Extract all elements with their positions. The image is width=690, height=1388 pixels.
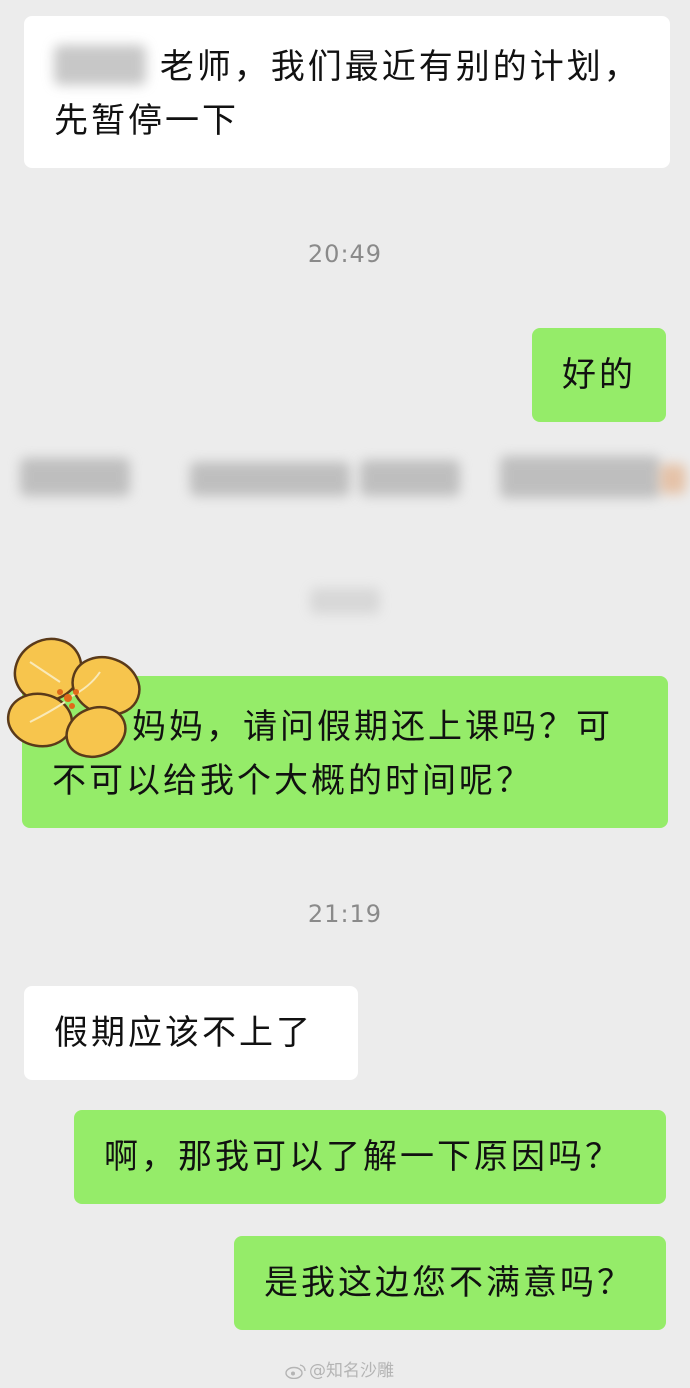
timestamp: 20:49 <box>307 240 383 268</box>
flower-sticker-icon <box>6 637 141 759</box>
message-text: 假期应该不上了 <box>54 1013 313 1053</box>
weibo-icon <box>285 1364 306 1379</box>
watermark: @知名沙雕 <box>285 1356 394 1381</box>
redacted-message <box>0 450 690 510</box>
message-text: 不可以给我个大概的时间呢？ <box>52 761 533 801</box>
timestamp: 21:19 <box>307 900 383 928</box>
message-text: 是我这边您不满意吗？ <box>264 1263 634 1303</box>
message-text: 老师，我们最近有别的计划， <box>159 47 641 87</box>
message-bubble-outgoing[interactable]: 好的 <box>532 328 666 422</box>
message-bubble-incoming[interactable]: 假期应该不上了 <box>24 986 358 1080</box>
message-bubble-incoming[interactable]: 老师，我们最近有别的计划， 先暂停一下 <box>24 16 670 168</box>
redacted-name <box>54 44 146 85</box>
message-bubble-outgoing[interactable]: 是我这边您不满意吗？ <box>234 1236 666 1330</box>
message-text: 好的 <box>562 355 636 395</box>
message-text: 啊，那我可以了解一下原因吗？ <box>104 1137 622 1177</box>
message-text: 先暂停一下 <box>54 101 239 141</box>
message-text: 妈妈，请问假期还上课吗？可 <box>132 707 613 747</box>
watermark-text: @知名沙雕 <box>309 1361 394 1381</box>
redacted-timestamp <box>310 588 380 614</box>
message-bubble-outgoing[interactable]: 啊，那我可以了解一下原因吗？ <box>74 1110 666 1204</box>
